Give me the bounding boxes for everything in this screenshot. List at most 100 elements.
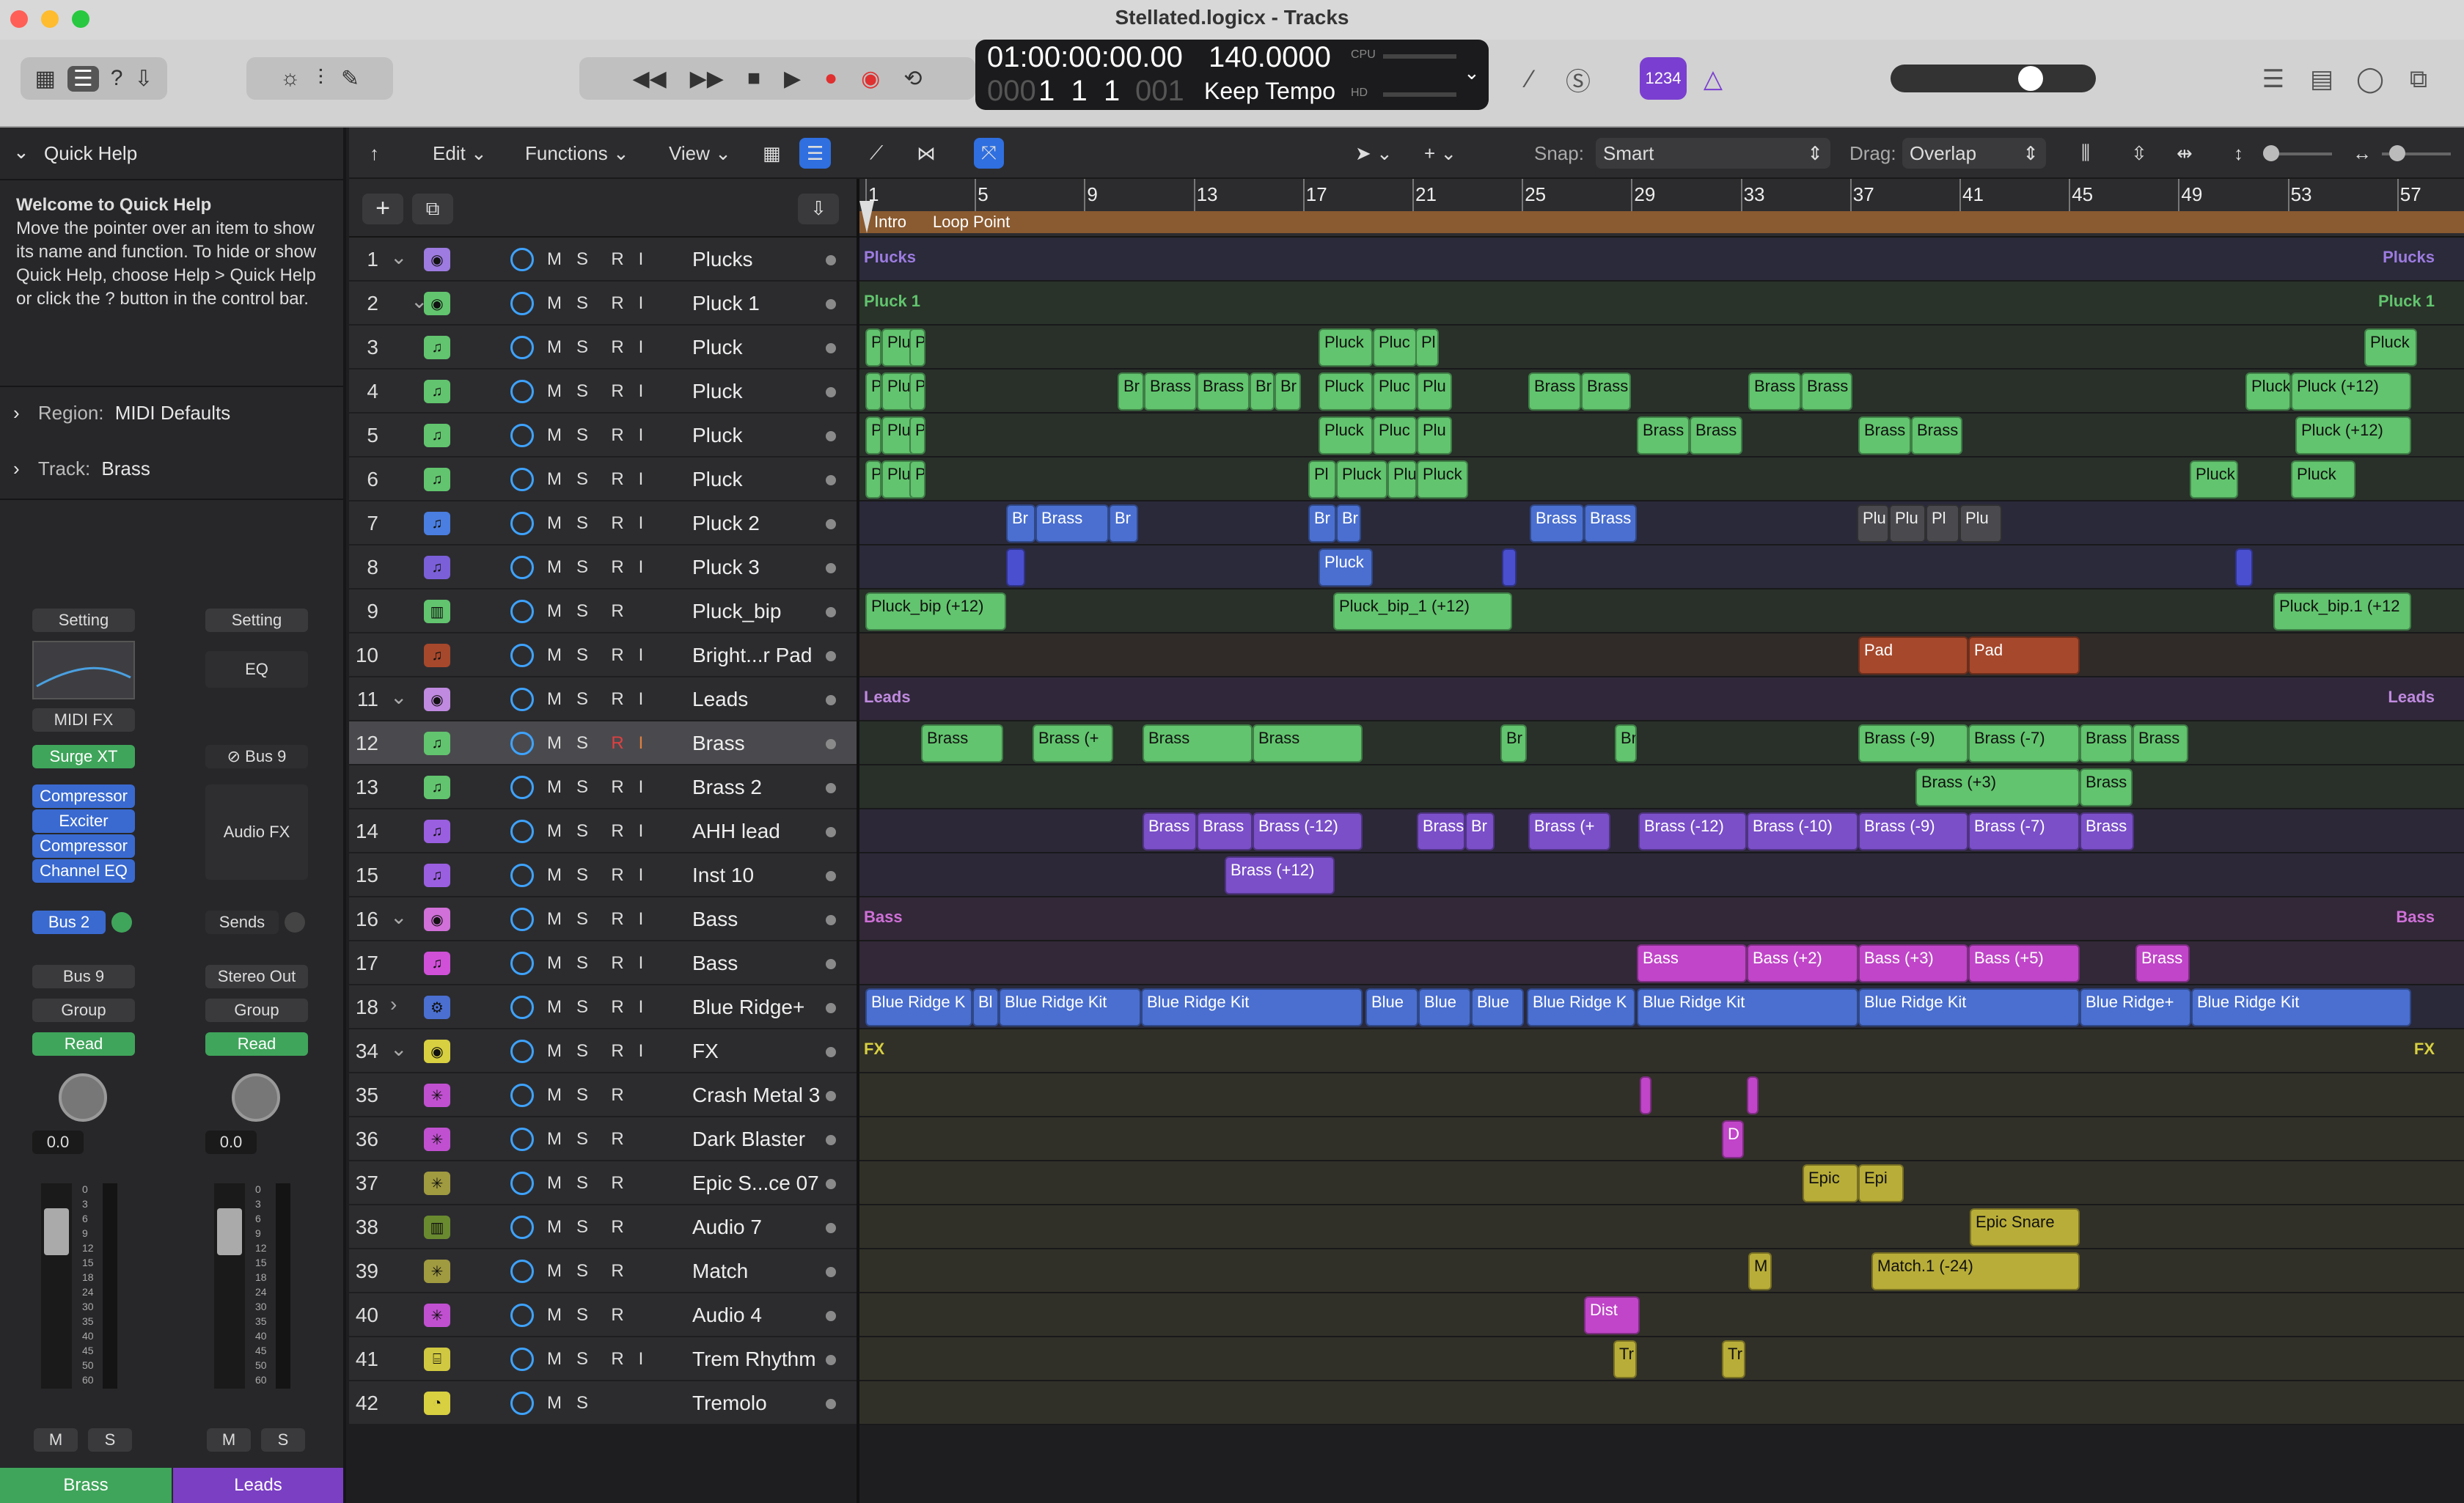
track-on-icon[interactable] [510,1128,534,1151]
track-header[interactable]: 18 › ⚙ M S R I Blue Ridge+ [349,985,857,1029]
solo-button[interactable]: S [572,1261,593,1282]
region[interactable]: Plu [1417,416,1452,455]
record-enable-button[interactable]: R [607,777,628,798]
track-lane[interactable]: Brass (+12) [859,853,2464,897]
volume-fader-track[interactable] [41,1183,72,1389]
solo-button[interactable]: S [572,1173,593,1194]
track-header[interactable]: 10 ♫ M S R I Bright...r Pad [349,633,857,677]
setting-button[interactable]: Setting [32,609,135,632]
functions-menu[interactable]: Functions ⌄ [518,138,637,169]
mute-button[interactable]: M [544,1217,565,1238]
region[interactable]: Pluck [1319,328,1373,367]
chevron-down-icon[interactable]: ⌄ [13,141,29,163]
track-name[interactable]: Bass [692,908,738,931]
eq-thumbnail[interactable] [32,641,135,699]
edit-menu[interactable]: Edit ⌄ [425,138,494,169]
region[interactable]: Pluck [1319,548,1373,587]
region[interactable]: Brass (+12) [1225,856,1335,894]
eq-slot[interactable]: EQ [205,651,308,688]
track-name[interactable]: Match [692,1260,748,1283]
track-on-icon[interactable] [510,336,534,359]
track-name[interactable]: Plucks [692,248,752,271]
track-on-icon[interactable] [510,380,534,403]
record-enable-button[interactable]: R [607,425,628,446]
track-on-icon[interactable] [510,644,534,667]
list-editors-icon[interactable]: ☰ [2254,60,2292,98]
track-header[interactable]: 3 ♫ M S R I Pluck [349,326,857,370]
track-lane[interactable]: Bass Bass [859,897,2464,941]
solo-button[interactable]: S [572,865,593,886]
region[interactable]: Blue [1365,988,1418,1026]
solo-button[interactable]: S [572,733,593,754]
region[interactable]: Bass (+2) [1747,944,1858,982]
region[interactable]: Pluck [1336,460,1387,499]
mute-button[interactable]: M [544,469,565,490]
track-name[interactable]: Tremolo [692,1392,767,1415]
track-header[interactable]: 4 ♫ M S R I Pluck [349,370,857,414]
record-enable-button[interactable]: R [607,1217,628,1238]
track-name[interactable]: Pluck [692,336,742,359]
region[interactable]: Brass [1035,504,1109,543]
master-volume-knob[interactable] [2018,66,2043,91]
track-on-icon[interactable] [510,688,534,711]
track-lane[interactable]: Pad Pad [859,633,2464,677]
track-header[interactable]: 38 ▥ M S R Audio 7 [349,1205,857,1249]
region[interactable]: Pluck (+12) [2291,372,2411,411]
region[interactable]: Pluck [2190,460,2238,499]
region[interactable]: Pluck [1417,460,1468,499]
mute-button[interactable]: M [544,953,565,974]
mute-button[interactable]: M [544,1393,565,1414]
track-lane[interactable]: PlPluPlPluckPlucPluBrassBrassBrassBrassP… [859,414,2464,457]
solo-button[interactable]: S [572,1305,593,1326]
region[interactable]: Pl [909,372,925,411]
record-enable-button[interactable]: R [607,1129,628,1150]
record-enable-button[interactable]: R [607,865,628,886]
track-lane[interactable] [859,1381,2464,1425]
loop-browser-icon[interactable]: ◯ [2351,60,2389,98]
track-on-icon[interactable] [510,1304,534,1327]
input-monitor-button[interactable]: I [631,293,651,314]
channel-name-leads[interactable]: Leads [173,1468,343,1503]
region[interactable]: Pl [909,328,925,367]
region[interactable]: Brass [1690,416,1742,455]
track-header[interactable]: 42 ◔ M S Tremolo [349,1381,857,1425]
region[interactable]: Brass [2080,812,2134,850]
solo-button[interactable]: S [572,337,593,358]
track-header[interactable]: 34 ⌄ ◉ M S R I FX [349,1029,857,1073]
region[interactable]: Pl [1415,328,1439,367]
group-slot[interactable]: Group [32,999,135,1022]
input-monitor-button[interactable]: I [631,997,651,1018]
stop-icon[interactable]: ■ [747,66,760,91]
region[interactable]: Pluck [2245,372,2291,411]
region[interactable]: Match.1 (-24) [1871,1252,2080,1290]
pan-knob[interactable] [59,1073,107,1122]
mute-button[interactable]: M [544,381,565,402]
solo-button[interactable]: S [572,821,593,842]
solo-button[interactable]: S [88,1428,132,1452]
region[interactable]: Epi [1858,1164,1904,1202]
track-name[interactable]: Pluck 3 [692,556,760,579]
track-lane[interactable]: Bass Bass (+2) Bass (+3) Bass (+5) Brass [859,941,2464,985]
region[interactable]: Br [1250,372,1275,411]
region[interactable]: Brass [2080,768,2133,806]
track-name[interactable]: Audio 7 [692,1216,762,1239]
mute-button[interactable]: M [544,909,565,930]
output-slot[interactable]: Bus 9 [32,965,135,988]
solo-button[interactable]: S [572,689,593,710]
input-monitor-button[interactable]: I [631,645,651,666]
track-header[interactable]: 13 ♫ M S R I Brass 2 [349,765,857,809]
track-lane[interactable]: Pluck [859,545,2464,589]
region[interactable]: Dist [1584,1296,1640,1334]
region[interactable]: Brass [1253,724,1363,762]
mixer-icon[interactable]: ⫶ [318,66,323,91]
track-on-icon[interactable] [510,1084,534,1107]
record-enable-button[interactable]: R [607,1261,628,1282]
track-on-icon[interactable] [510,424,534,447]
track-lane[interactable]: FX FX [859,1029,2464,1073]
region[interactable]: Pluc [1387,460,1417,499]
track-name[interactable]: Brass [692,732,745,755]
region[interactable]: Blue Ridge Kit [1141,988,1363,1026]
region[interactable] [2235,548,2253,587]
region[interactable]: Brass [1637,416,1690,455]
solo-button[interactable]: S [261,1428,305,1452]
